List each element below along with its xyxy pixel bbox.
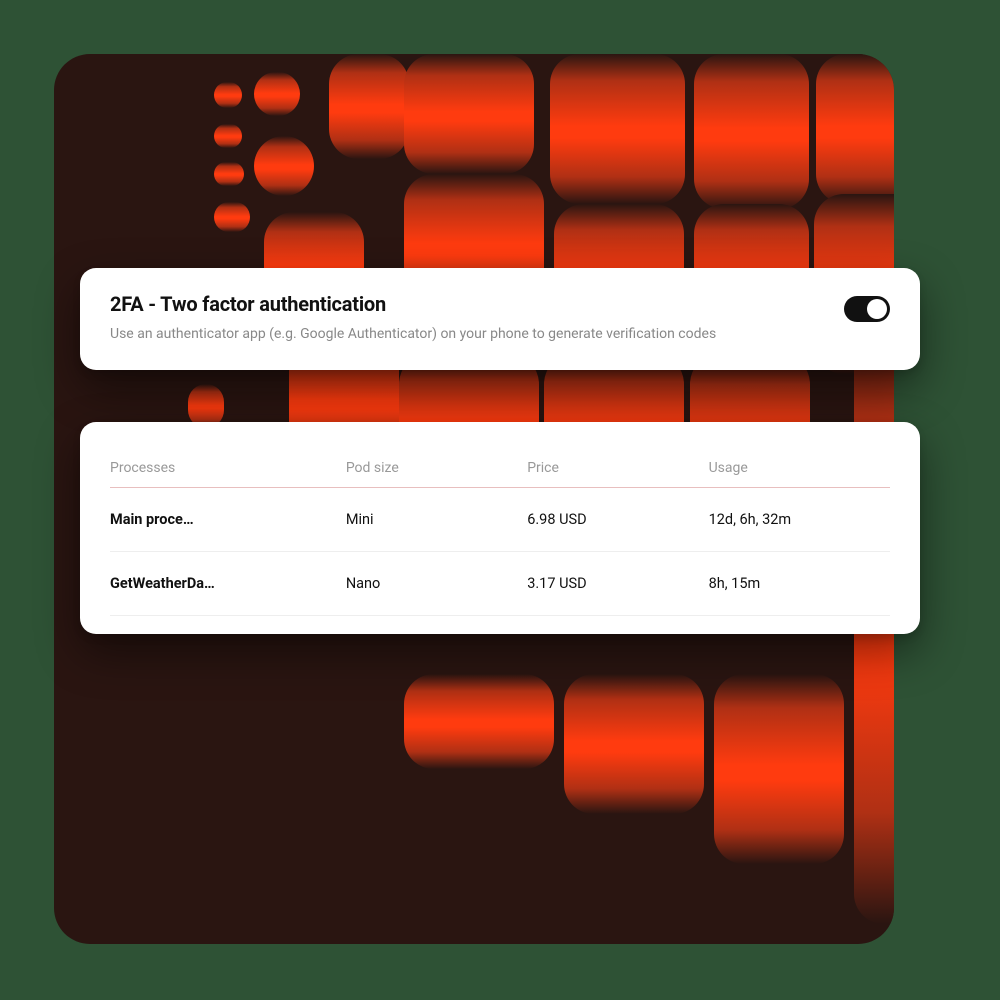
toggle-knob [867, 299, 887, 319]
cell-process-name: GetWeatherDa… [110, 575, 346, 592]
col-usage: Usage [709, 460, 890, 476]
cell-pod-size: Nano [346, 575, 527, 592]
twofa-toggle[interactable] [844, 296, 890, 322]
col-pod-size: Pod size [346, 460, 527, 476]
cell-price: 6.98 USD [527, 511, 708, 528]
cell-process-name: Main proce… [110, 511, 346, 528]
twofa-title: 2FA - Two factor authentication [110, 292, 820, 316]
col-processes: Processes [110, 460, 346, 476]
table-header-row: Processes Pod size Price Usage [110, 448, 890, 488]
processes-card: Processes Pod size Price Usage Main proc… [80, 422, 920, 634]
table-row[interactable]: Main proce… Mini 6.98 USD 12d, 6h, 32m [110, 488, 890, 552]
table-row[interactable]: GetWeatherDa… Nano 3.17 USD 8h, 15m [110, 552, 890, 616]
cell-pod-size: Mini [346, 511, 527, 528]
twofa-content: 2FA - Two factor authentication Use an a… [110, 292, 820, 344]
twofa-card: 2FA - Two factor authentication Use an a… [80, 268, 920, 370]
processes-table: Processes Pod size Price Usage Main proc… [110, 448, 890, 616]
twofa-description: Use an authenticator app (e.g. Google Au… [110, 324, 730, 344]
cell-usage: 12d, 6h, 32m [709, 511, 890, 528]
col-price: Price [527, 460, 708, 476]
cell-price: 3.17 USD [527, 575, 708, 592]
cell-usage: 8h, 15m [709, 575, 890, 592]
